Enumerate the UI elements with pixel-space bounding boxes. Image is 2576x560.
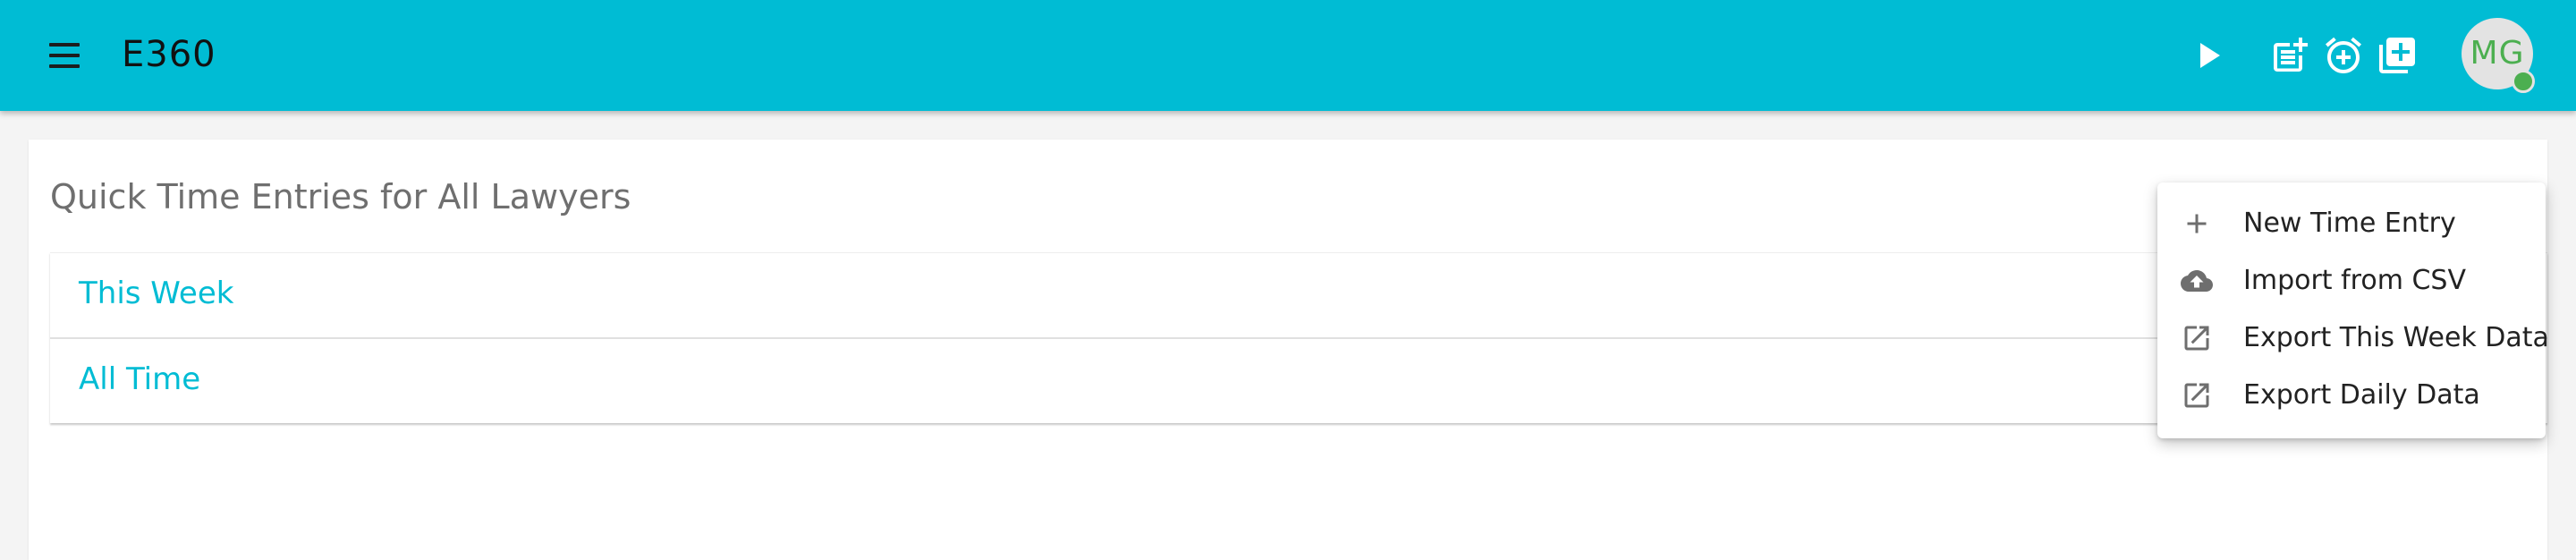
- app-title: E360: [122, 34, 216, 75]
- open-in-new-icon: [2181, 379, 2213, 412]
- open-in-new-icon: [2181, 322, 2213, 354]
- app-bar: E360 MG: [0, 0, 2576, 111]
- post-add-icon[interactable]: [2268, 34, 2311, 77]
- list-item-label: This Week: [79, 276, 234, 311]
- menu-item-export-week[interactable]: Export This Week Data: [2157, 310, 2549, 367]
- menu-item-label: Import from CSV: [2243, 265, 2466, 296]
- menu-item-new-time-entry[interactable]: New Time Entry: [2157, 195, 2546, 252]
- card-title: Quick Time Entries for All Lawyers: [50, 177, 631, 216]
- add-icon: [2181, 208, 2213, 240]
- online-status-dot: [2512, 70, 2535, 93]
- menu-item-label: Export This Week Data: [2243, 322, 2549, 353]
- cloud-upload-icon: [2181, 265, 2213, 297]
- menu-icon[interactable]: [43, 34, 86, 77]
- menu-item-export-daily[interactable]: Export Daily Data: [2157, 367, 2546, 424]
- actions-menu: New Time Entry Import from CSV Export Th…: [2157, 182, 2549, 438]
- play-icon[interactable]: [2186, 34, 2229, 77]
- menu-item-label: New Time Entry: [2243, 208, 2456, 239]
- list-item-label: All Time: [79, 361, 201, 397]
- menu-item-label: Export Daily Data: [2243, 379, 2480, 411]
- menu-item-import-csv[interactable]: Import from CSV: [2157, 252, 2546, 310]
- add-alarm-icon[interactable]: [2322, 34, 2365, 77]
- library-add-icon[interactable]: [2376, 34, 2419, 77]
